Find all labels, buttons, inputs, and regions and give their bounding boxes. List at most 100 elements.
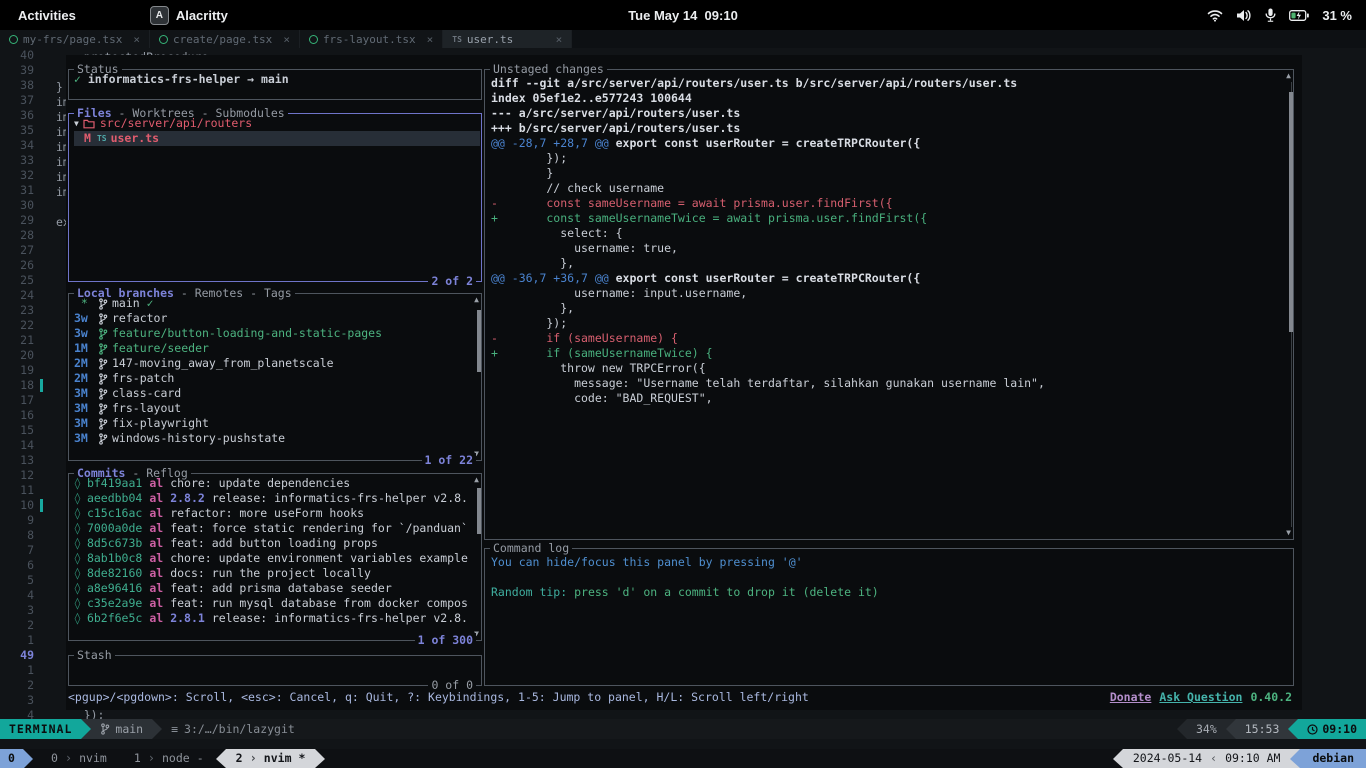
branch-row[interactable]: 2M 147-moving_away_from_planetscale: [74, 356, 480, 371]
scroll-up-icon[interactable]: ▲: [474, 476, 479, 484]
scrollbar-thumb[interactable]: [1289, 92, 1293, 332]
branch-icon: [98, 373, 108, 385]
commit-row[interactable]: ◊ 6b2f6e5c al 2.8.1 release: informatics…: [74, 611, 480, 626]
scrollbar-thumb[interactable]: [477, 488, 481, 534]
commit-row[interactable]: ◊ 8d5c673b al feat: add button loading p…: [74, 536, 480, 551]
tmux-window[interactable]: 2›nvim*: [226, 749, 316, 768]
system-tray[interactable]: 31 %: [1207, 8, 1352, 23]
diff-line: diff --git a/src/server/api/routers/user…: [491, 76, 1283, 91]
commit-author: al: [149, 551, 163, 566]
branch-icon: [98, 328, 108, 340]
line-number: 19: [20, 363, 34, 377]
ask-question-link[interactable]: Ask Question: [1159, 690, 1242, 706]
battery-icon: [1289, 10, 1309, 21]
branch-row[interactable]: * main ✓: [74, 296, 480, 311]
diff-line: username: input.username,: [491, 286, 1283, 301]
commit-row[interactable]: ◊ c15c16ac al refactor: more useForm hoo…: [74, 506, 480, 521]
scroll-down-icon[interactable]: ▼: [1286, 529, 1291, 537]
branch-row[interactable]: 3M frs-layout: [74, 401, 480, 416]
commit-graph-icon: ◊: [74, 566, 81, 581]
line-number: 1: [27, 663, 34, 677]
commit-row[interactable]: ◊ a8e96416 al feat: add prisma database …: [74, 581, 480, 596]
git-sign: [40, 499, 43, 512]
commits-panel[interactable]: Commits - Reflog ◊ bf419aa1 al chore: up…: [68, 473, 482, 641]
commit-row[interactable]: ◊ bf419aa1 al chore: update dependencies: [74, 476, 480, 491]
commit-row[interactable]: ◊ 8ab1b0c8 al chore: update environment …: [74, 551, 480, 566]
line-number: 26: [20, 258, 34, 272]
branches-count: 1 of 22: [422, 453, 476, 468]
cursor-position: 15:53: [1236, 719, 1289, 739]
commit-row[interactable]: ◊ 7000a0de al feat: force static renderi…: [74, 521, 480, 536]
repo-branch-text: informatics-frs-helper → main: [81, 72, 289, 87]
gnome-top-bar: Activities A Alacritty Tue May 14 09:10 …: [0, 0, 1366, 30]
buffer-tab[interactable]: my-frs/page.tsx ×: [0, 30, 150, 48]
tmux-session[interactable]: 0: [0, 749, 23, 768]
tab-close-icon[interactable]: ×: [556, 32, 563, 47]
branch-age: 3M: [74, 401, 92, 416]
scroll-up-icon[interactable]: ▲: [1286, 72, 1291, 80]
branch-row[interactable]: 3M class-card: [74, 386, 480, 401]
tmux-statusbar: 0 0›nvim 1›node- 2›nvim* 2024-05-14 ‹ 09…: [0, 749, 1366, 768]
microphone-icon: [1265, 8, 1276, 22]
line-number: 23: [20, 303, 34, 317]
branch-age: 3M: [74, 431, 92, 446]
branch-icon: [100, 723, 110, 735]
files-panel[interactable]: Files - Worktrees - Submodules ▼ src/ser…: [68, 113, 482, 282]
branch-icon: [98, 388, 108, 400]
branch-row[interactable]: 3M windows-history-pushstate: [74, 431, 480, 446]
buffer-tab[interactable]: create/page.tsx ×: [150, 30, 300, 48]
commit-hash: 7000a0de: [87, 521, 142, 536]
tmux-window[interactable]: 1›node-: [124, 749, 214, 768]
collapse-arrow-icon[interactable]: ▼: [74, 116, 79, 131]
commit-row[interactable]: ◊ 8de82160 al docs: run the project loca…: [74, 566, 480, 581]
branch-row[interactable]: 1M feature/seeder: [74, 341, 480, 356]
commit-message: feat: add prisma database seeder: [170, 581, 392, 596]
line-number: 17: [20, 393, 34, 407]
diff-line: --- a/src/server/api/routers/user.ts: [491, 106, 1283, 121]
diff-line: +++ b/src/server/api/routers/user.ts: [491, 121, 1283, 136]
clock[interactable]: Tue May 14 09:10: [0, 8, 1366, 23]
tab-close-icon[interactable]: ×: [427, 32, 434, 47]
commit-author: al: [149, 491, 163, 506]
scrollbar-thumb[interactable]: [477, 310, 481, 372]
donate-link[interactable]: Donate: [1110, 690, 1152, 706]
diff-line: }: [491, 166, 1283, 181]
line-number: 12: [20, 468, 34, 482]
scroll-up-icon[interactable]: ▲: [474, 296, 479, 304]
commit-author: al: [149, 521, 163, 536]
folder-row[interactable]: ▼ src/server/api/routers: [74, 116, 480, 131]
branches-panel[interactable]: Local branches - Remotes - Tags * main ✓…: [68, 293, 482, 461]
tab-close-icon[interactable]: ×: [133, 32, 140, 47]
branch-row[interactable]: 2M frs-patch: [74, 371, 480, 386]
line-number: 7: [27, 543, 34, 557]
commits-count: 1 of 300: [415, 633, 476, 648]
line-number: 49: [20, 648, 34, 662]
branch-name: frs-layout: [112, 401, 181, 416]
buffer-tab[interactable]: TS user.ts ×: [443, 30, 572, 48]
diff-line: index 05ef1e2..e577243 100644: [491, 91, 1283, 106]
commit-message: chore: update environment variables exam…: [170, 551, 468, 566]
branch-icon: [98, 418, 108, 430]
branch-name: main: [115, 722, 143, 737]
command-log-panel[interactable]: Command log You can hide/focus this pane…: [484, 548, 1294, 686]
branch-row[interactable]: 3w feature/button-loading-and-static-pag…: [74, 326, 480, 341]
code-fragment: }: [56, 80, 63, 95]
stash-panel[interactable]: Stash 0 of 0: [68, 655, 482, 686]
folder-icon: [83, 119, 95, 129]
status-panel[interactable]: Status ✓ informatics-frs-helper → main: [68, 69, 482, 100]
commit-row[interactable]: ◊ aeedbb04 al 2.8.2 release: informatics…: [74, 491, 480, 506]
branch-row[interactable]: 3M fix-playwright: [74, 416, 480, 431]
tab-close-icon[interactable]: ×: [283, 32, 290, 47]
commit-graph-icon: ◊: [74, 521, 81, 536]
commit-graph-icon: ◊: [74, 551, 81, 566]
random-tip: Random tip: press 'd' on a commit to dro…: [491, 585, 1287, 600]
branch-age: 2M: [74, 371, 92, 386]
diff-line: @@ -36,7 +36,7 @@ export const userRoute…: [491, 271, 1283, 286]
file-row-selected[interactable]: M TS user.ts: [74, 131, 480, 146]
tmux-window[interactable]: 0›nvim: [41, 749, 124, 768]
commit-author: al: [149, 596, 163, 611]
diff-panel[interactable]: Unstaged changes diff --git a/src/server…: [484, 69, 1294, 540]
commit-row[interactable]: ◊ c35e2a9e al feat: run mysql database f…: [74, 596, 480, 611]
buffer-tab[interactable]: frs-layout.tsx ×: [300, 30, 443, 48]
branch-row[interactable]: 3w refactor: [74, 311, 480, 326]
